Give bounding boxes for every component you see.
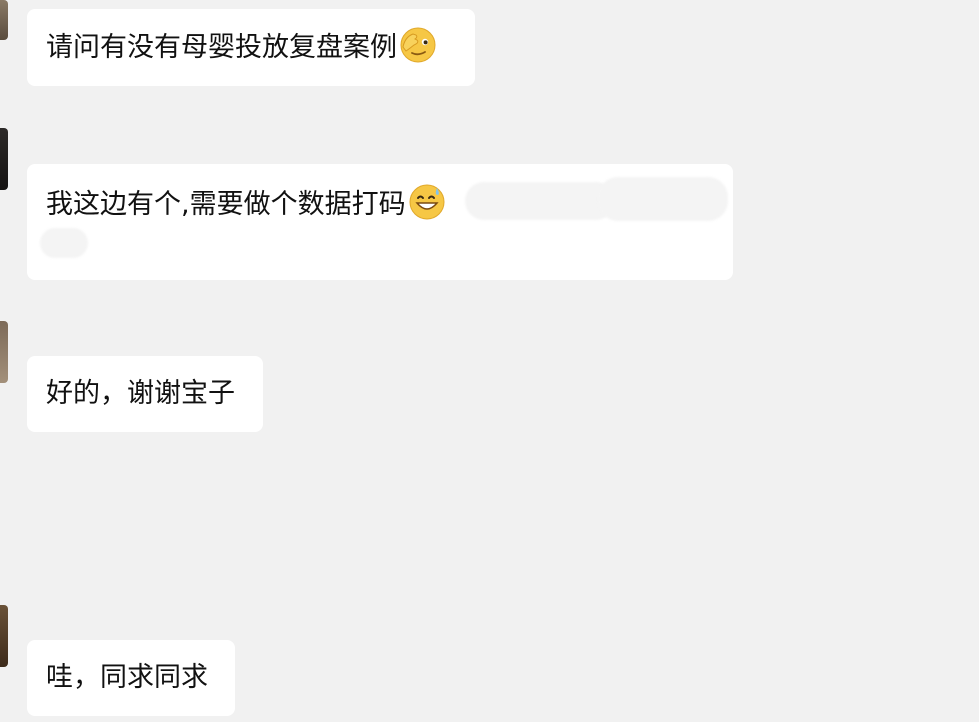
avatar[interactable] bbox=[0, 605, 8, 667]
redaction-blur bbox=[40, 228, 88, 258]
message-text: 我这边有个,需要做个数据打码 bbox=[46, 189, 406, 220]
chat-message-list[interactable]: 请问有没有母婴投放复盘案例 我这边有个,需要做个数据打码 好的，谢谢宝子 哇，同… bbox=[0, 0, 979, 722]
avatar[interactable] bbox=[0, 0, 8, 40]
grinning-face-with-sweat-icon bbox=[409, 184, 445, 220]
message-bubble[interactable]: 请问有没有母婴投放复盘案例 bbox=[27, 9, 475, 86]
message-text: 好的，谢谢宝子 bbox=[46, 378, 235, 409]
message-bubble[interactable]: 好的，谢谢宝子 bbox=[27, 356, 263, 432]
face-with-hand-over-eye-icon bbox=[400, 27, 436, 63]
message-text: 哇，同求同求 bbox=[46, 662, 208, 693]
redaction-blur bbox=[465, 182, 615, 220]
message-bubble[interactable]: 哇，同求同求 bbox=[27, 640, 235, 716]
avatar[interactable] bbox=[0, 321, 8, 383]
avatar[interactable] bbox=[0, 128, 8, 190]
redaction-blur bbox=[598, 177, 728, 221]
message-text: 请问有没有母婴投放复盘案例 bbox=[46, 32, 397, 63]
